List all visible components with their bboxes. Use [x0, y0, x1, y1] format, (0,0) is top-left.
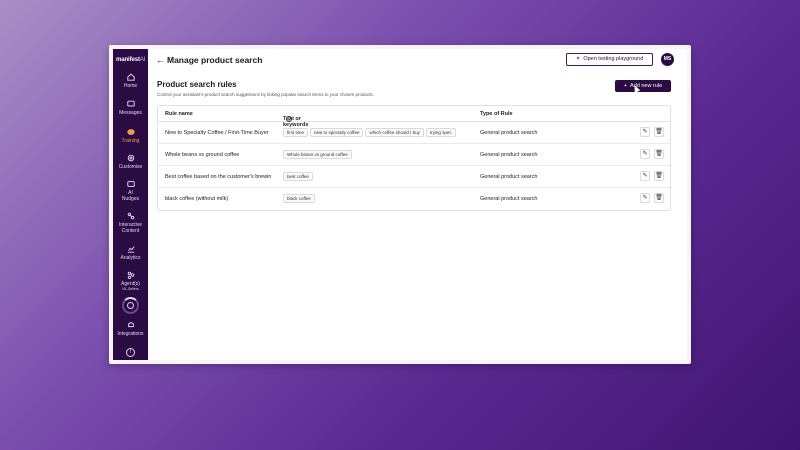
col-type: Type of Rule	[480, 111, 513, 117]
table-row[interactable]: Whole beans vs ground coffee Whole beans…	[158, 144, 670, 166]
page-title: Manage product search	[167, 55, 263, 65]
keyword-tag: first time	[283, 128, 309, 137]
open-playground-button[interactable]: ✦ Open testing playground	[566, 53, 653, 66]
keyword-tags: Whole beans vs ground coffee	[283, 150, 471, 159]
sidebar-item-label: Interactive Content	[118, 222, 143, 234]
chart-icon	[127, 245, 135, 253]
back-arrow-icon[interactable]: ←	[156, 55, 165, 65]
avatar[interactable]: MS	[661, 53, 674, 66]
table-row[interactable]: Best coffee based on the customer's brew…	[158, 166, 670, 188]
add-rule-button[interactable]: + Add new rule	[615, 80, 671, 92]
trash-icon[interactable]: 🗑	[654, 171, 664, 181]
keyword-tag: best coffee	[283, 172, 313, 181]
agent-status-ring[interactable]	[122, 297, 139, 314]
sidebar: manifestAI Home Messages Training Custom…	[113, 49, 148, 360]
nudge-icon	[126, 180, 135, 188]
rule-name: New to Specialty Coffee / First-Time Buy…	[165, 130, 269, 136]
sidebar-item-training[interactable]: Training	[113, 128, 148, 144]
rule-name: Best coffee based on the customer's brew…	[165, 174, 271, 180]
edit-icon[interactable]: ✎	[640, 127, 650, 137]
app-frame: manifestAI Home Messages Training Custom…	[113, 49, 687, 360]
header: ← Manage product search ✦ Open testing pl…	[148, 49, 687, 71]
sidebar-item-interactive-content[interactable]: Interactive Content	[113, 212, 148, 234]
section-title: Product search rules	[157, 80, 237, 89]
app-window: manifestAI Home Messages Training Custom…	[109, 45, 691, 364]
gear-icon	[127, 154, 135, 162]
rule-type: General product search	[480, 196, 538, 202]
keyword-tag: which coffee should I buy	[365, 128, 424, 137]
edit-icon[interactable]: ✎	[640, 149, 650, 159]
table-row[interactable]: New to Specialty Coffee / First-Time Buy…	[158, 122, 670, 144]
edit-icon[interactable]: ✎	[640, 171, 650, 181]
keyword-tag: trying spec	[425, 128, 456, 137]
agent-avatar-icon	[127, 302, 134, 309]
trash-icon[interactable]: 🗑	[654, 193, 664, 203]
sidebar-item-analytics[interactable]: Analytics	[113, 245, 148, 261]
keyword-tags: black coffee	[283, 194, 471, 203]
logo: manifestAI	[116, 57, 146, 63]
rule-type: General product search	[480, 130, 538, 136]
section-subtitle: Control your assistant's product search …	[157, 92, 374, 97]
help-icon[interactable]: !	[126, 348, 135, 357]
sidebar-item-label: Analytics	[120, 255, 141, 261]
col-rule-name: Rule name	[165, 111, 193, 117]
integrations-icon	[127, 321, 135, 329]
rule-type: General product search	[480, 152, 538, 158]
interactive-icon	[127, 212, 135, 220]
sparkle-icon: ✦	[575, 56, 581, 62]
sidebar-item-customise[interactable]: Customise	[113, 154, 148, 170]
table-row[interactable]: black coffee (without milk) black coffee…	[158, 188, 670, 210]
sidebar-item-label: Messages	[119, 110, 142, 116]
rule-name: black coffee (without milk)	[165, 196, 229, 202]
sidebar-item-agents[interactable]: Agent(s) NL-Sellers	[113, 271, 148, 291]
trash-icon[interactable]: 🗑	[654, 149, 664, 159]
sidebar-item-label: Training	[121, 138, 140, 144]
sidebar-item-label: AI Nudges	[121, 190, 140, 202]
home-icon	[126, 73, 135, 81]
table-header: Rule name Text or keywords i Type of Rule	[158, 106, 670, 128]
keyword-tag: Whole beans vs ground coffee	[283, 150, 352, 159]
sidebar-item-home[interactable]: Home	[113, 73, 148, 89]
sidebar-item-label: Home	[123, 83, 138, 89]
training-icon	[126, 128, 135, 136]
sidebar-item-ai-nudges[interactable]: AI Nudges	[113, 180, 148, 202]
rules-table: Rule name Text or keywords i Type of Rule…	[157, 105, 671, 211]
agent-subtitle: NL-Sellers	[122, 287, 139, 291]
keyword-tags: first time new to specialty coffee which c…	[283, 128, 471, 137]
sidebar-item-label: Integrations	[117, 331, 144, 337]
keyword-tags: best coffee	[283, 172, 471, 181]
sidebar-item-integrations[interactable]: Integrations	[113, 321, 148, 337]
messages-icon	[126, 100, 135, 108]
agents-icon	[127, 271, 135, 280]
trash-icon[interactable]: 🗑	[654, 127, 664, 137]
keyword-tag: new to specialty coffee	[310, 128, 364, 137]
edit-icon[interactable]: ✎	[640, 193, 650, 203]
sidebar-item-label: Customise	[118, 164, 143, 170]
sidebar-item-messages[interactable]: Messages	[113, 100, 148, 116]
rule-name: Whole beans vs ground coffee	[165, 152, 240, 158]
rule-type: General product search	[480, 174, 538, 180]
plus-icon: +	[623, 83, 628, 89]
keyword-tag: black coffee	[283, 194, 315, 203]
